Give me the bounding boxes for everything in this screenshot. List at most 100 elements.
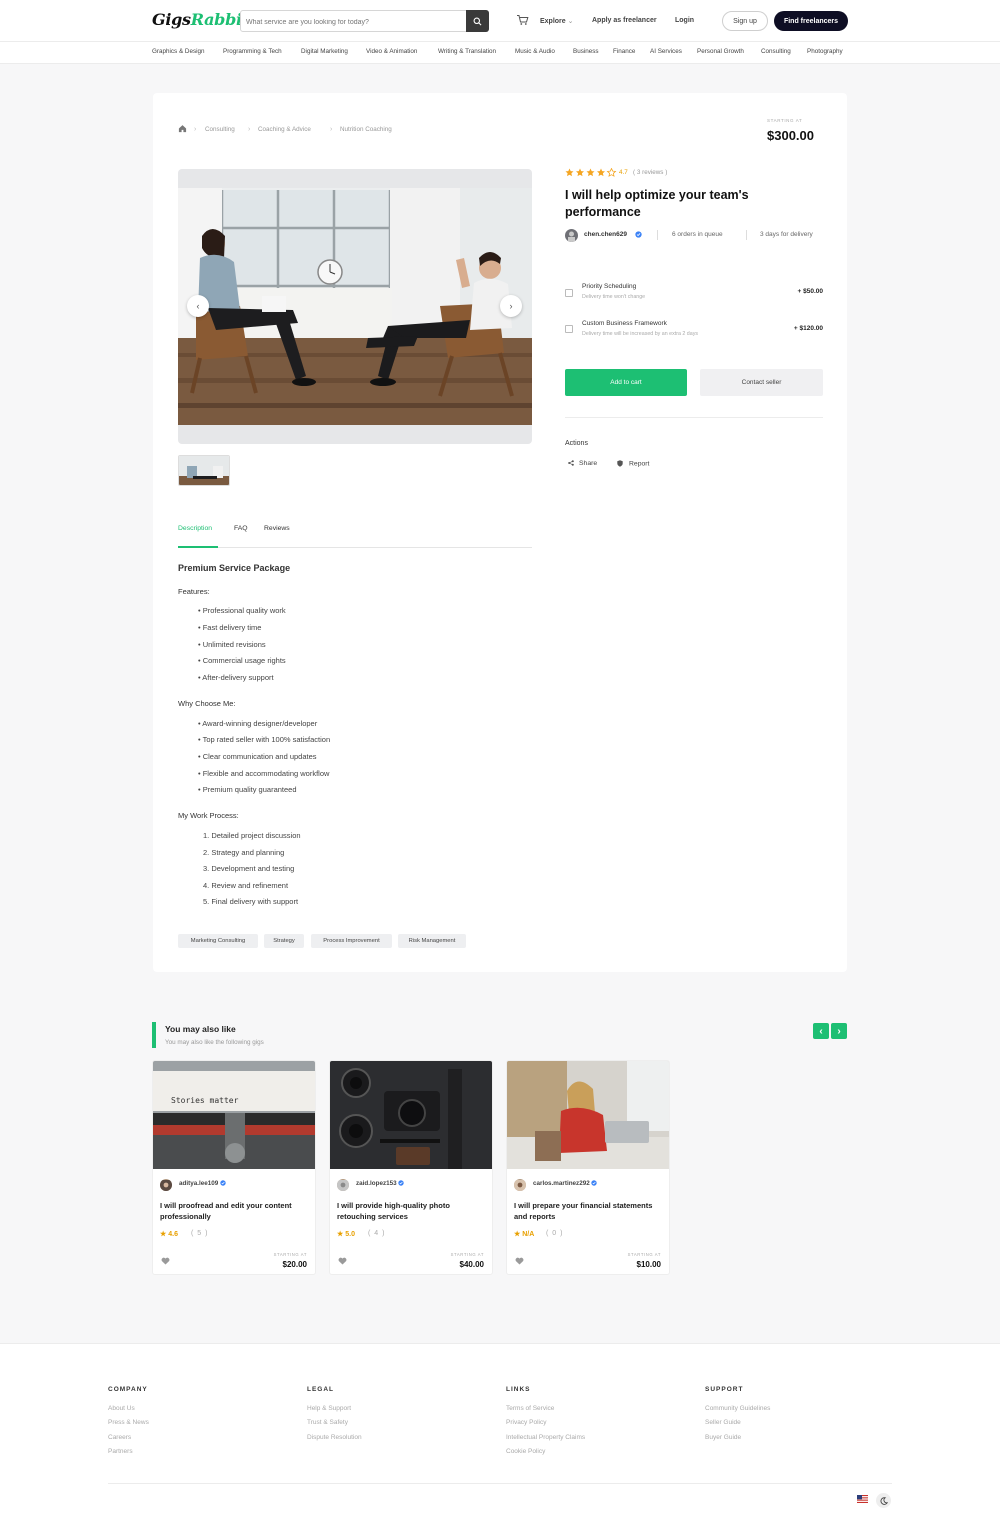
category-photography[interactable]: Photography: [807, 48, 843, 55]
category-business[interactable]: Business: [573, 48, 599, 55]
heart-icon[interactable]: [161, 1257, 170, 1265]
gig-card-title[interactable]: I will provide high-quality photo retouc…: [337, 1200, 487, 1222]
footer-link[interactable]: Community Guidelines: [705, 1405, 770, 1412]
gig-card-price: $40.00: [459, 1260, 484, 1269]
gallery-prev-button[interactable]: ‹: [187, 295, 209, 317]
gig-card-title[interactable]: I will proofread and edit your content p…: [160, 1200, 310, 1222]
heart-icon[interactable]: [338, 1257, 347, 1265]
why-item: • Top rated seller with 100% satisfactio…: [198, 735, 331, 744]
gig-card[interactable]: carlos.martinez292 I will prepare your f…: [506, 1060, 670, 1275]
gig-card[interactable]: zaid.lopez153 I will provide high-qualit…: [329, 1060, 493, 1275]
category-ai-services[interactable]: AI Services: [650, 48, 682, 55]
report-button[interactable]: Report: [617, 460, 649, 467]
category-video[interactable]: Video & Animation: [366, 48, 417, 55]
reviews-count[interactable]: ( 3 reviews ): [633, 169, 667, 176]
gig-card-avatar[interactable]: [337, 1179, 349, 1191]
related-subtitle: You may also like the following gigs: [165, 1039, 264, 1046]
heart-icon[interactable]: [515, 1257, 524, 1265]
footer-link[interactable]: Dispute Resolution: [307, 1434, 362, 1441]
addon-price: + $50.00: [797, 288, 823, 295]
category-music[interactable]: Music & Audio: [515, 48, 555, 55]
category-consulting[interactable]: Consulting: [761, 48, 791, 55]
login-link[interactable]: Login: [675, 17, 694, 24]
add-to-cart-button[interactable]: Add to cart: [565, 369, 687, 396]
apply-freelancer-link[interactable]: Apply as freelancer: [592, 17, 657, 24]
process-step: 4. Review and refinement: [203, 881, 289, 890]
gallery-next-button[interactable]: ›: [500, 295, 522, 317]
footer-link[interactable]: Help & Support: [307, 1405, 351, 1412]
contact-seller-button[interactable]: Contact seller: [700, 369, 823, 396]
verified-badge-icon: [220, 1180, 226, 1187]
category-programming[interactable]: Programming & Tech: [223, 48, 282, 55]
divider: [565, 417, 823, 418]
related-prev-button[interactable]: ‹: [813, 1023, 829, 1039]
tag-risk-management[interactable]: Risk Management: [398, 934, 466, 948]
footer-link[interactable]: Partners: [108, 1448, 133, 1455]
footer-link[interactable]: About Us: [108, 1405, 135, 1412]
tag-strategy[interactable]: Strategy: [264, 934, 304, 948]
gallery-thumbnail[interactable]: [178, 455, 230, 486]
tag-process-improvement[interactable]: Process Improvement: [311, 934, 392, 948]
seller-avatar[interactable]: [565, 229, 578, 242]
description-heading: Premium Service Package: [178, 563, 291, 573]
gig-card-username[interactable]: zaid.lopez153: [356, 1180, 405, 1187]
footer-link[interactable]: Privacy Policy: [506, 1419, 546, 1426]
category-digital-marketing[interactable]: Digital Marketing: [301, 48, 348, 55]
rating-value: 4.7: [619, 169, 628, 176]
tab-faq[interactable]: FAQ: [234, 525, 248, 532]
footer-link[interactable]: Careers: [108, 1434, 131, 1441]
footer-link[interactable]: Trust & Safety: [307, 1419, 348, 1426]
addon-checkbox[interactable]: [565, 325, 573, 333]
category-graphics[interactable]: Graphics & Design: [152, 48, 205, 55]
footer-link[interactable]: Seller Guide: [705, 1419, 741, 1426]
breadcrumb-nutrition[interactable]: Nutrition Coaching: [340, 126, 392, 133]
seller-name[interactable]: chen.chen629: [584, 231, 627, 238]
gig-card-rating: ★ 4.6: [160, 1231, 178, 1238]
theme-toggle-button[interactable]: [876, 1493, 891, 1508]
gig-card-username[interactable]: carlos.martinez292: [533, 1180, 598, 1187]
gig-card-image: [507, 1061, 669, 1169]
explore-menu[interactable]: Explore ⌄: [540, 17, 574, 25]
share-icon: [568, 460, 574, 467]
footer-link[interactable]: Intellectual Property Claims: [506, 1434, 585, 1441]
meta-divider: [746, 230, 747, 240]
addon-checkbox[interactable]: [565, 289, 573, 297]
breadcrumb-coaching[interactable]: Coaching & Advice: [258, 126, 311, 133]
starting-at-label: STARTING AT: [273, 1252, 307, 1257]
category-finance[interactable]: Finance: [613, 48, 635, 55]
rating-stars: [565, 168, 617, 177]
category-personal-growth[interactable]: Personal Growth: [697, 48, 744, 55]
star-icon: ★: [337, 1231, 344, 1238]
gig-card[interactable]: Stories matter aditya.lee109 I will proo…: [152, 1060, 316, 1275]
find-freelancers-button[interactable]: Find freelancers: [774, 11, 848, 31]
related-next-button[interactable]: ›: [831, 1023, 847, 1039]
share-button[interactable]: Share: [568, 460, 597, 467]
tab-reviews[interactable]: Reviews: [264, 525, 290, 532]
why-item: • Premium quality guaranteed: [198, 785, 297, 794]
footer: [0, 1343, 1000, 1521]
gig-card-image: Stories matter: [153, 1061, 315, 1169]
home-icon[interactable]: [178, 124, 187, 133]
addon-title: Priority Scheduling: [582, 283, 637, 290]
tag-marketing-consulting[interactable]: Marketing Consulting: [178, 934, 258, 948]
signup-button[interactable]: Sign up: [722, 11, 768, 31]
footer-link[interactable]: Buyer Guide: [705, 1434, 741, 1441]
us-flag-icon[interactable]: [857, 1495, 868, 1503]
gig-card-title[interactable]: I will prepare your financial statements…: [514, 1200, 664, 1222]
gig-card-avatar[interactable]: [514, 1179, 526, 1191]
gig-card-rating: ★ 5.0: [337, 1231, 355, 1238]
search-input[interactable]: [241, 12, 466, 33]
logo[interactable]: GigsRabbit: [152, 10, 249, 29]
breadcrumb-consulting[interactable]: Consulting: [205, 126, 235, 133]
search-button[interactable]: [466, 10, 489, 32]
gig-card-avatar[interactable]: [160, 1179, 172, 1191]
footer-link[interactable]: Press & News: [108, 1419, 149, 1426]
footer-link[interactable]: Terms of Service: [506, 1405, 554, 1412]
category-writing[interactable]: Writing & Translation: [438, 48, 496, 55]
verified-badge-icon: [591, 1180, 598, 1187]
star-icon: ★: [160, 1231, 167, 1238]
gig-card-username[interactable]: aditya.lee109: [179, 1180, 226, 1187]
footer-link[interactable]: Cookie Policy: [506, 1448, 545, 1455]
cart-icon[interactable]: [516, 14, 529, 26]
tab-description[interactable]: Description: [178, 525, 212, 532]
